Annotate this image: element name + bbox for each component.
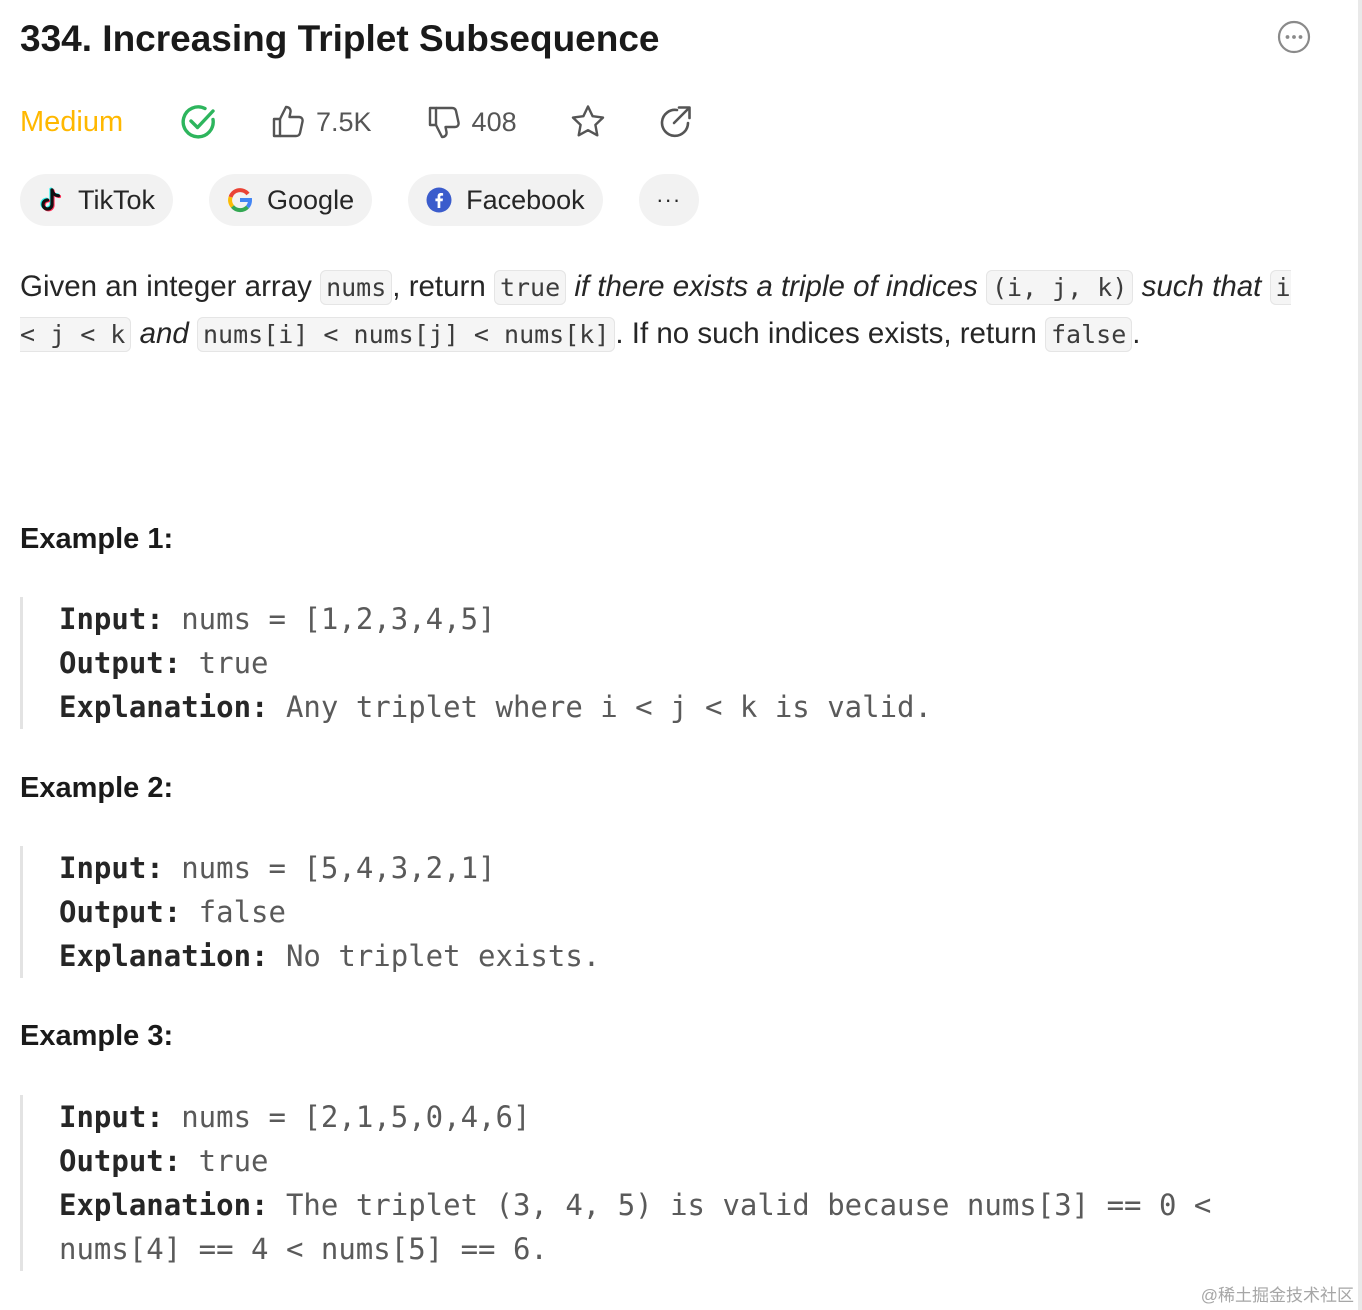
- desc-text: , return: [392, 270, 494, 303]
- google-icon: [228, 188, 253, 213]
- output-value: true: [181, 646, 269, 680]
- example-explanation: Explanation: The triplet (3, 4, 5) is va…: [59, 1183, 1320, 1271]
- desc-text: [1133, 270, 1141, 303]
- like-button[interactable]: 7.5K: [270, 104, 372, 140]
- tag-facebook[interactable]: Facebook: [408, 174, 603, 226]
- thumbs-down-icon: [428, 106, 460, 139]
- example-output: Output: true: [59, 641, 1320, 685]
- input-value: nums = [2,1,5,0,4,6]: [163, 1100, 531, 1134]
- page-title: 334. Increasing Triplet Subsequence: [20, 18, 660, 59]
- inline-code: false: [1044, 317, 1133, 352]
- example-title: Example 3:: [20, 1020, 174, 1052]
- example-title: Example 1:: [20, 523, 174, 555]
- more-icon: ···: [656, 187, 682, 212]
- output-label: Output:: [59, 1144, 182, 1178]
- example-title: Example 2:: [20, 772, 174, 804]
- desc-text: [131, 317, 139, 350]
- desc-emphasis: and: [139, 317, 189, 350]
- example-block: Input: nums = [5,4,3,2,1] Output: false …: [20, 846, 1320, 978]
- tag-label: Facebook: [466, 184, 585, 215]
- output-label: Output:: [59, 646, 182, 680]
- desc-text: [978, 270, 986, 303]
- example-block: Input: nums = [2,1,5,0,4,6] Output: true…: [20, 1095, 1320, 1271]
- example-input: Input: nums = [5,4,3,2,1]: [59, 846, 1320, 890]
- problem-header: 334. Increasing Triplet Subsequence: [20, 14, 1322, 66]
- dislike-count: 408: [471, 106, 517, 137]
- explanation-label: Explanation:: [59, 939, 269, 973]
- output-value: true: [181, 1144, 269, 1178]
- problem-description: Given an integer array nums, return true…: [20, 264, 1320, 358]
- input-value: nums = [1,2,3,4,5]: [163, 602, 496, 636]
- desc-text: [1261, 270, 1269, 303]
- tag-label: TikTok: [78, 184, 156, 215]
- output-value: false: [181, 895, 286, 929]
- problem-meta-row: Medium 7.5K 408: [20, 98, 693, 146]
- inline-code: nums[i] < nums[j] < nums[k]: [197, 317, 616, 352]
- example-output: Output: false: [59, 890, 1320, 934]
- like-count: 7.5K: [316, 106, 372, 137]
- example-block: Input: nums = [1,2,3,4,5] Output: true E…: [20, 597, 1320, 729]
- example-explanation: Explanation: No triplet exists.: [59, 934, 1320, 978]
- solved-check-icon: [181, 105, 215, 139]
- inline-code: (i, j, k): [985, 270, 1134, 305]
- tiktok-icon: [40, 187, 62, 212]
- company-tags: TikTok Google Facebook ···: [20, 174, 735, 226]
- tag-label: Google: [267, 184, 355, 215]
- desc-text: .: [1132, 317, 1141, 350]
- input-label: Input:: [59, 1100, 164, 1134]
- scrollbar-track: [1358, 0, 1362, 1310]
- desc-text: . If no such indices exists, return: [615, 317, 1045, 350]
- example-output: Output: true: [59, 1139, 1320, 1183]
- desc-emphasis: if there exists a triple of indices: [574, 270, 978, 303]
- explanation-label: Explanation:: [59, 1188, 269, 1222]
- example-explanation: Explanation: Any triplet where i < j < k…: [59, 685, 1320, 729]
- watermark: @稀土掘金技术社区: [1200, 1286, 1354, 1305]
- facebook-icon: [426, 187, 452, 213]
- example-input: Input: nums = [2,1,5,0,4,6]: [59, 1095, 1320, 1139]
- more-options-icon[interactable]: [1277, 20, 1311, 54]
- tag-google[interactable]: Google: [209, 174, 373, 226]
- input-label: Input:: [59, 851, 164, 885]
- dislike-button[interactable]: 408: [426, 104, 517, 140]
- desc-emphasis: such that: [1141, 270, 1262, 303]
- explanation-value: Any triplet where i < j < k is valid.: [268, 690, 932, 724]
- output-label: Output:: [59, 895, 182, 929]
- input-value: nums = [5,4,3,2,1]: [163, 851, 496, 885]
- explanation-value: No triplet exists.: [268, 939, 601, 973]
- inline-code: true: [493, 270, 567, 305]
- tag-tiktok[interactable]: TikTok: [20, 174, 174, 226]
- more-tags-button[interactable]: ···: [638, 174, 699, 226]
- thumbs-up-icon: [272, 105, 304, 138]
- desc-text: Given an integer array: [20, 270, 321, 303]
- input-label: Input:: [59, 602, 164, 636]
- explanation-label: Explanation:: [59, 690, 269, 724]
- inline-code: nums: [320, 270, 393, 305]
- favorite-star-icon[interactable]: [569, 103, 607, 141]
- desc-text: [189, 317, 197, 350]
- share-icon[interactable]: [657, 104, 693, 140]
- difficulty-badge: Medium: [20, 105, 124, 138]
- example-input: Input: nums = [1,2,3,4,5]: [59, 597, 1320, 641]
